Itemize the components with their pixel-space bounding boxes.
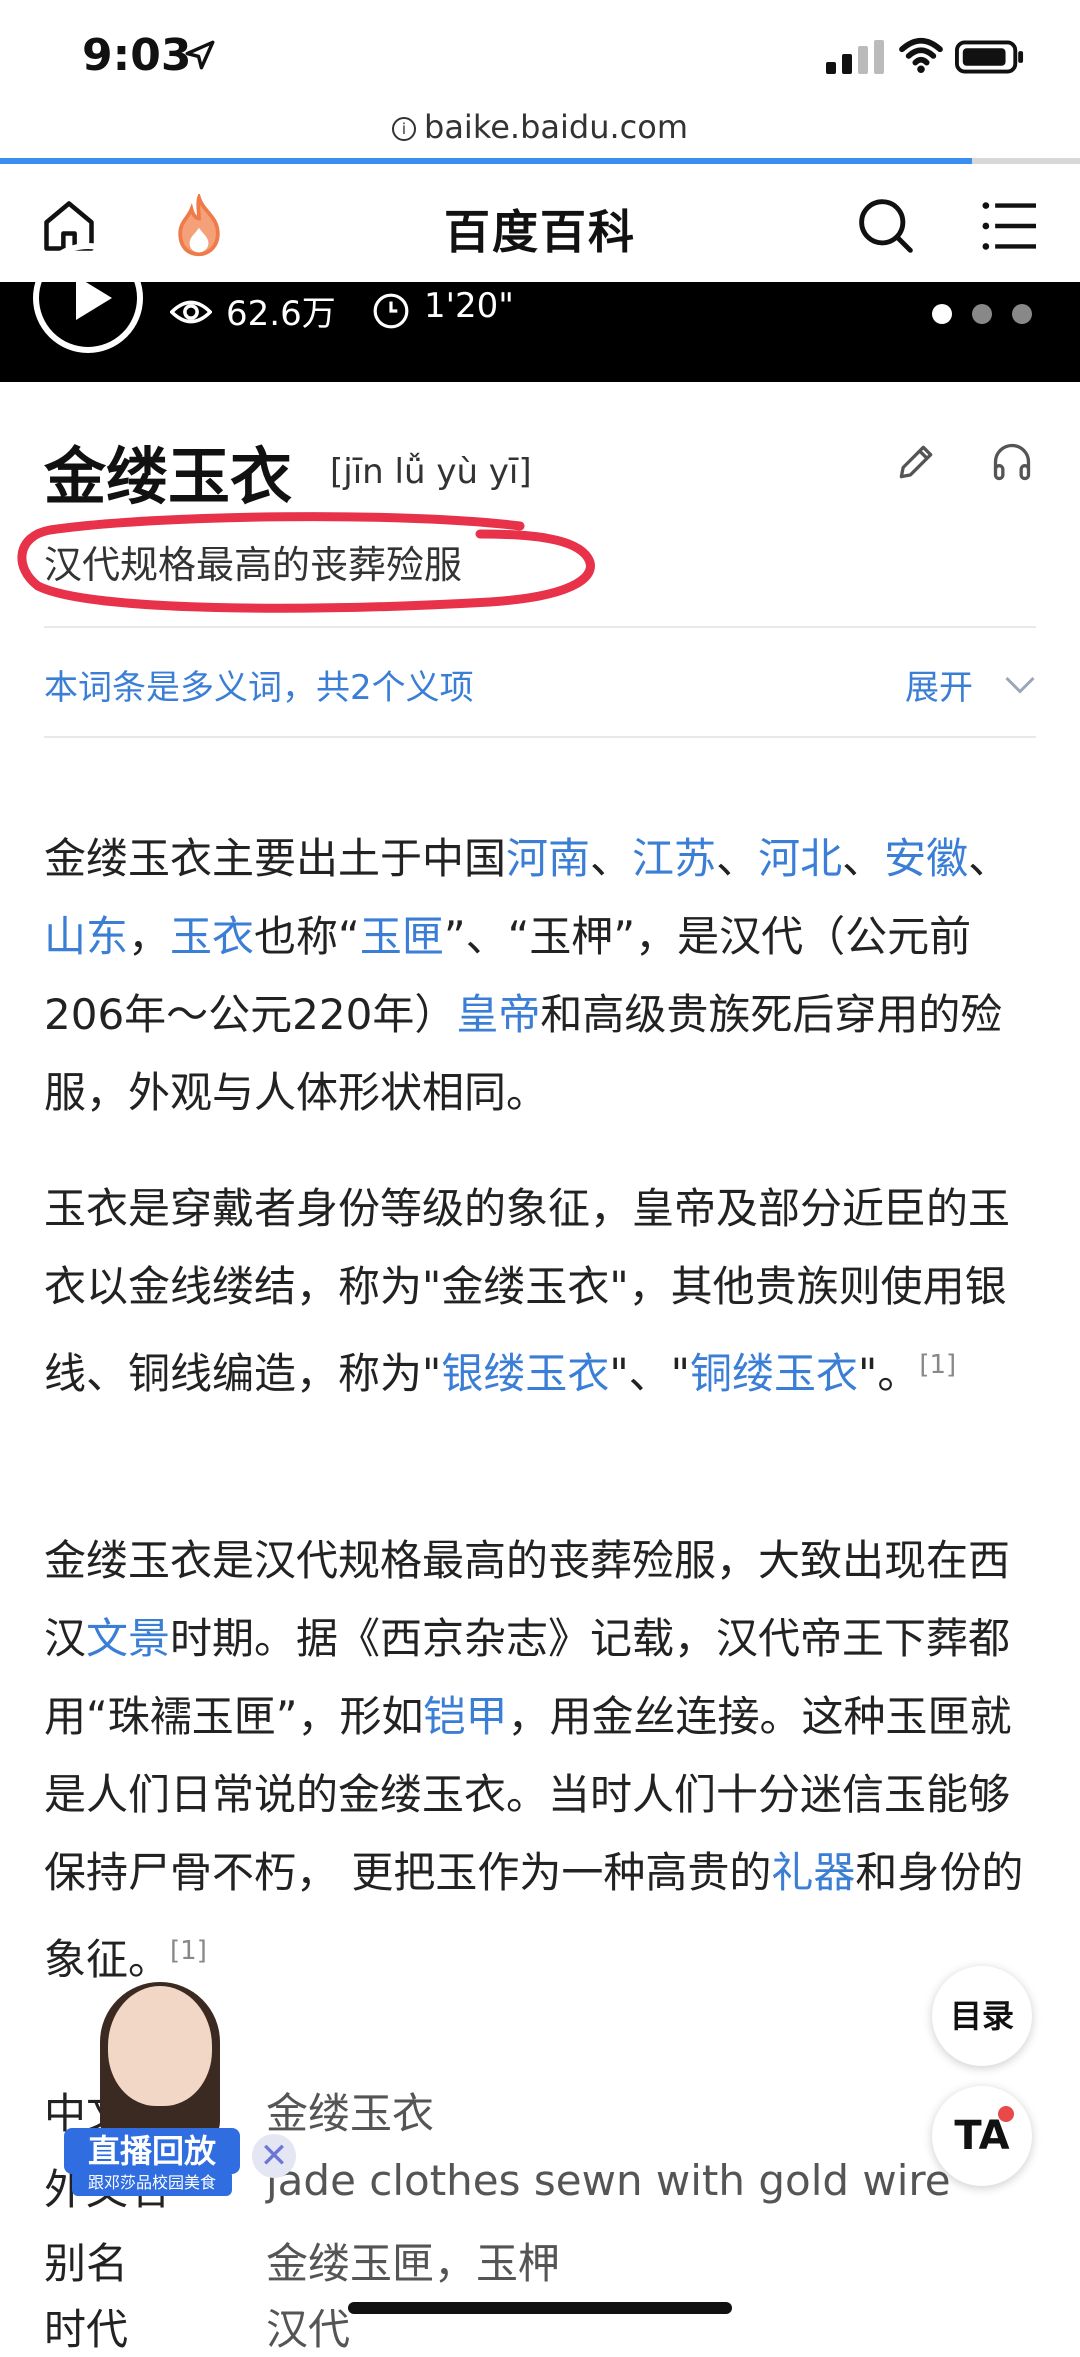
link-jiangsu[interactable]: 江苏 — [632, 834, 716, 883]
infobox-value: 金缕玉匣，玉柙 — [266, 2239, 561, 2288]
infobox-value-link[interactable]: 汉代 — [266, 2296, 350, 2357]
infobox-label: 时代 — [44, 2305, 129, 2354]
link-henan[interactable]: 河南 — [506, 834, 590, 883]
live-replay-widget[interactable]: 直播回放 跟邓莎品校园美食 — [64, 1982, 240, 2196]
infobox-label: 别名 — [44, 2239, 129, 2288]
brand-title: 百度百科 — [444, 205, 636, 259]
link-tonglv[interactable]: 铜缕玉衣 — [690, 1349, 858, 1398]
link-anhui[interactable]: 安徽 — [884, 834, 968, 883]
home-indicator — [348, 2302, 732, 2314]
text: "、" — [609, 1349, 690, 1398]
headphones-icon[interactable] — [990, 440, 1034, 484]
text: ， — [128, 912, 171, 961]
text: 、 — [716, 834, 759, 883]
progress-fill — [0, 158, 972, 164]
link-yuxia[interactable]: 玉匣 — [360, 912, 444, 961]
close-icon[interactable]: ✕ — [252, 2134, 296, 2178]
link-huangdi[interactable]: 皇帝 — [456, 990, 540, 1039]
link-wenjing[interactable]: 文景 — [86, 1614, 170, 1663]
search-icon[interactable] — [856, 196, 916, 256]
link-shandong[interactable]: 山东 — [44, 912, 128, 961]
status-bar: 9:03 — [0, 0, 1080, 110]
wifi-icon — [899, 37, 943, 74]
text: 也称“ — [254, 912, 360, 961]
expand-button[interactable]: 展开 — [905, 660, 973, 709]
text: 、 — [842, 834, 885, 883]
live-replay-badge: 直播回放 — [64, 2128, 240, 2174]
status-time: 9:03 — [82, 30, 192, 81]
reference-1[interactable]: [1] — [170, 1936, 207, 1966]
link-kaijia[interactable]: 铠甲 — [424, 1692, 508, 1741]
info-icon: i — [392, 117, 416, 141]
page-title: 金缕玉衣 — [44, 440, 293, 513]
paragraph-1: 金缕玉衣主要出土于中国河南、江苏、河北、安徽、山东，玉衣也称“玉匣”、“玉柙”，… — [44, 820, 1044, 1132]
divider — [44, 736, 1036, 738]
page-load-progress — [0, 158, 1080, 164]
carousel-dot-active[interactable] — [932, 304, 952, 324]
divider — [44, 626, 1036, 628]
top-nav: 百度百科 — [0, 166, 1080, 283]
clock-icon — [373, 293, 409, 329]
video-strip[interactable]: 62.6万 1'20" — [0, 243, 1080, 382]
carousel-dot[interactable] — [972, 304, 992, 324]
video-duration: 1'20" — [424, 286, 514, 326]
paragraph-2: 玉衣是穿戴者身份等级的象征，皇帝及部分近臣的玉衣以金线缕结，称为"金缕玉衣"，其… — [44, 1170, 1044, 1413]
text: 金缕玉衣主要出土于中国 — [44, 834, 507, 883]
notification-dot — [998, 2106, 1014, 2122]
link-liqi[interactable]: 礼器 — [771, 1848, 855, 1897]
polysemy-notice[interactable]: 本词条是多义词，共2个义项 — [44, 660, 474, 709]
location-arrow-icon — [185, 40, 215, 70]
text: 、 — [590, 834, 633, 883]
ta-label: TA — [954, 2113, 1010, 2159]
eye-icon — [170, 300, 212, 324]
menu-list-icon[interactable] — [982, 200, 1038, 252]
play-icon[interactable] — [32, 242, 144, 354]
pinyin: [jīn lǚ yù yī] — [330, 452, 532, 492]
text: 、 — [968, 834, 1011, 883]
url-text: baike.baidu.com — [424, 108, 688, 146]
text: "。 — [858, 1349, 920, 1398]
infobox-value: 金缕玉衣 — [266, 2089, 435, 2138]
reference-1[interactable]: [1] — [919, 1350, 956, 1380]
live-subtitle: 跟邓莎品校园美食 — [72, 2170, 232, 2196]
chevron-down-icon[interactable] — [1002, 670, 1038, 698]
view-count: 62.6万 — [226, 294, 336, 334]
avatar — [108, 1986, 212, 2106]
red-circle-annotation — [17, 512, 595, 613]
toc-button[interactable]: 目录 — [932, 1966, 1032, 2066]
carousel-dot[interactable] — [1012, 304, 1032, 324]
infobox-value: jade clothes sewn with gold wire — [266, 2156, 951, 2205]
signal-icon — [826, 40, 884, 74]
link-yuyi[interactable]: 玉衣 — [170, 912, 254, 961]
url-bar[interactable]: i baike.baidu.com — [0, 108, 1080, 146]
ta-button[interactable]: TA — [932, 2086, 1032, 2186]
link-yinlv[interactable]: 银缕玉衣 — [441, 1349, 609, 1398]
paragraph-3: 金缕玉衣是汉代规格最高的丧葬殓服，大致出现在西汉文景时期。据《西京杂志》记载，汉… — [44, 1522, 1044, 1999]
battery-icon — [955, 40, 1024, 74]
link-hebei[interactable]: 河北 — [758, 834, 842, 883]
edit-pencil-icon[interactable] — [894, 440, 938, 484]
